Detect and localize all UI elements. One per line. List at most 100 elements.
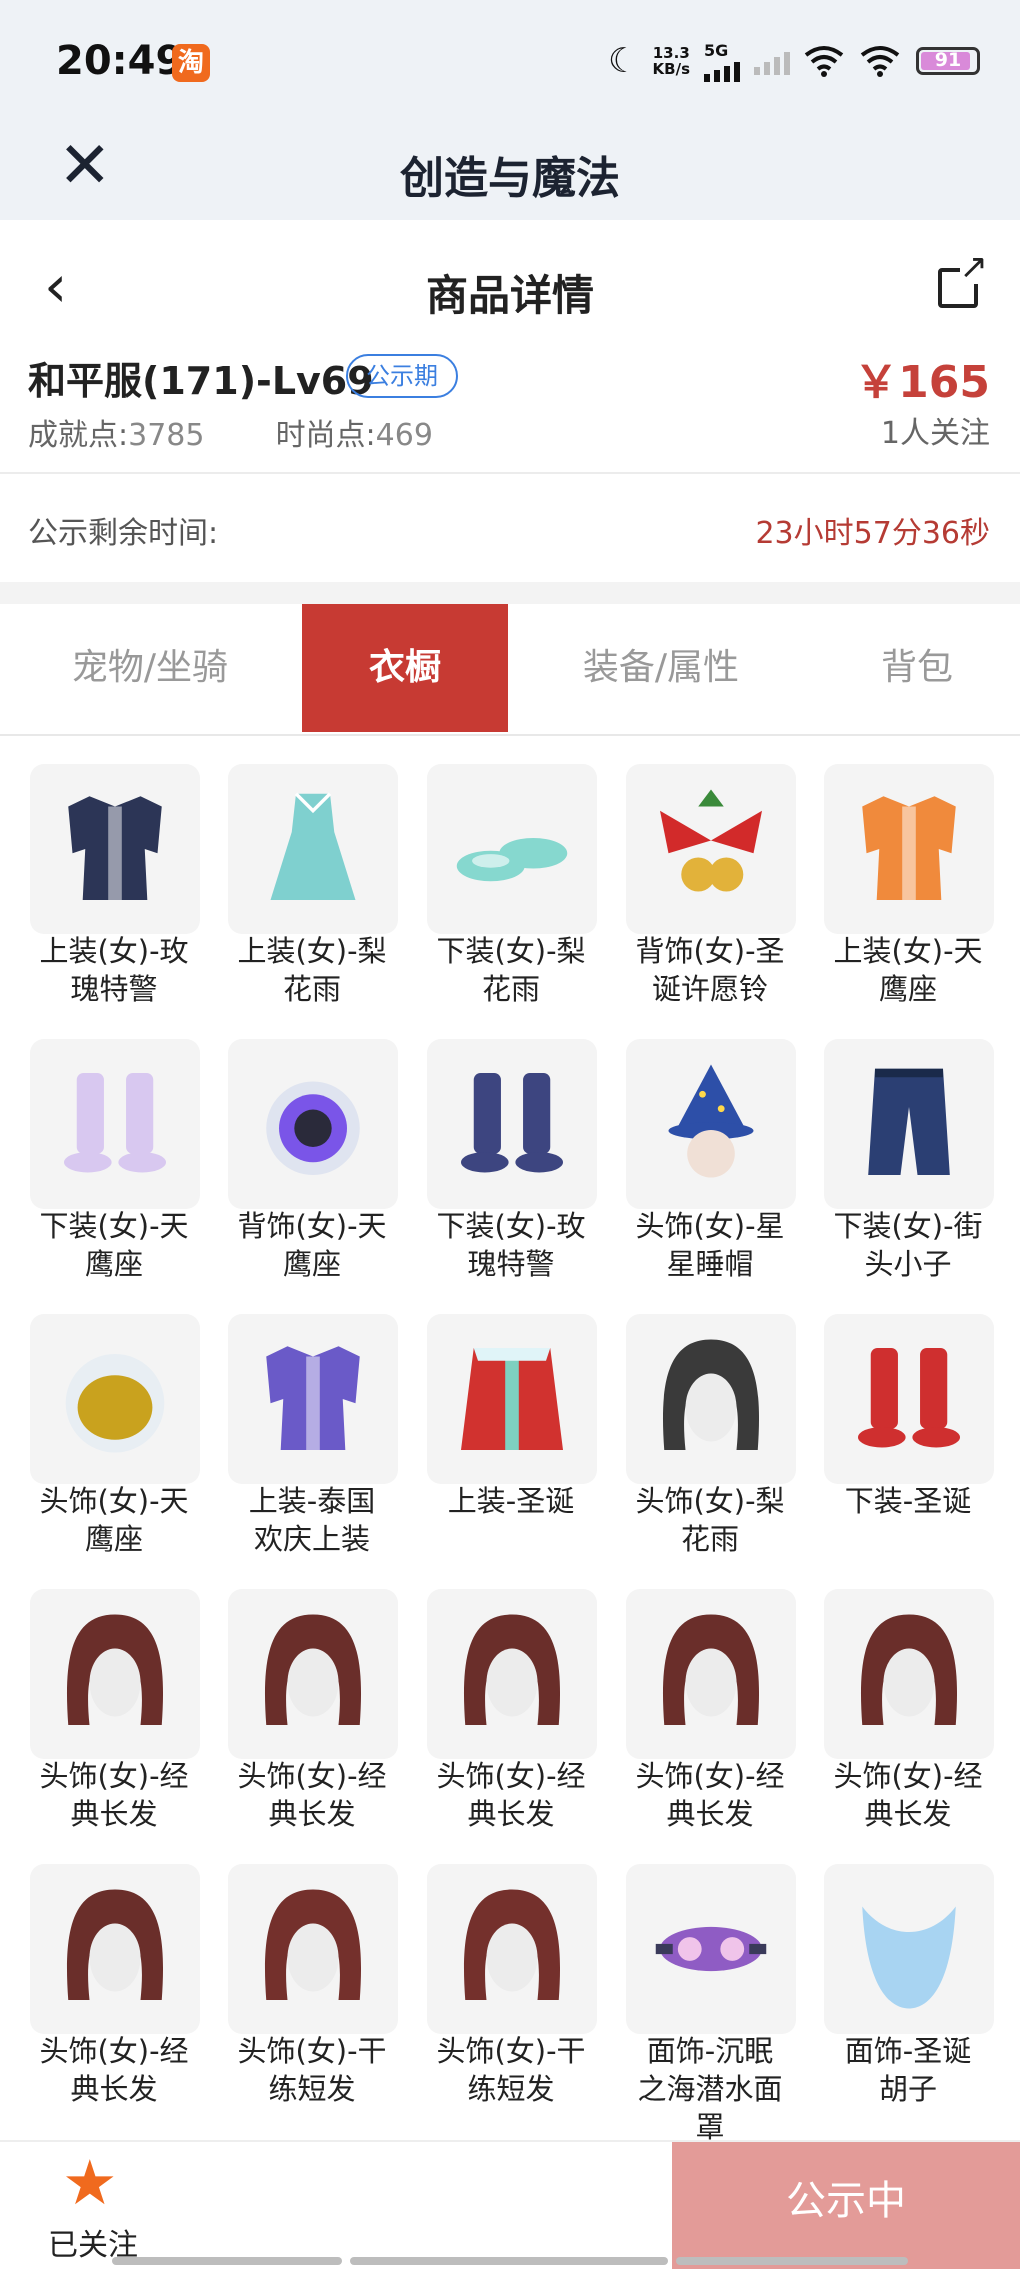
star-icon[interactable]: ★: [62, 2152, 118, 2214]
moon-icon: ☾: [608, 41, 639, 81]
wardrobe-item[interactable]: 面饰-沉眠 之海潜水面罩: [610, 1836, 808, 2140]
item-caption-line: 练短发: [467, 2072, 555, 2106]
item-thumbnail: [824, 1589, 994, 1759]
item-thumbnail: [626, 1314, 796, 1484]
item-caption-line: 背饰(女)-天: [237, 1209, 387, 1243]
wardrobe-item[interactable]: 下装(女)-天 鹰座: [14, 1011, 212, 1285]
item-thumbnail: [427, 1039, 597, 1209]
item-caption-line: 鹰座: [878, 972, 937, 1006]
wardrobe-item[interactable]: 上装-圣诞: [411, 1286, 609, 1560]
item-caption: 头饰(女)-经 典长发: [14, 2032, 214, 2108]
wizard-hat-icon: [668, 1064, 754, 1178]
wardrobe-item[interactable]: 下装(女)-玫 瑰特警: [411, 1011, 609, 1285]
network-speed-unit: KB/s: [652, 60, 690, 78]
wardrobe-item[interactable]: 头饰(女)-经 典长发: [14, 1836, 212, 2110]
hair-icon: [264, 1614, 362, 1725]
outfit-top-icon: [266, 1346, 360, 1450]
wardrobe-item[interactable]: 头饰(女)-梨 花雨: [610, 1286, 808, 1560]
wardrobe-item[interactable]: 上装(女)-玫 瑰特警: [14, 736, 212, 1010]
shoes-icon: [456, 837, 568, 882]
wifi-icon: [804, 46, 844, 77]
wardrobe-item[interactable]: 头饰(女)-经 典长发: [808, 1561, 1006, 1835]
item-thumbnail: [30, 1314, 200, 1484]
item-caption: 头饰(女)-天 鹰座: [14, 1482, 214, 1558]
item-caption-line: 典长发: [864, 1797, 952, 1831]
outfit-top-icon: [68, 796, 162, 900]
wardrobe-item[interactable]: 头饰(女)-经 典长发: [610, 1561, 808, 1835]
item-caption-line: 之海潜水面: [637, 2072, 783, 2106]
item-caption-line: 上装(女)-天: [833, 934, 983, 968]
wardrobe-item[interactable]: 上装(女)-天 鹰座: [808, 736, 1006, 1010]
item-thumbnail: [824, 1864, 994, 2034]
item-thumbnail: [626, 1864, 796, 2034]
product-name: 和平服(171)-Lv69: [28, 359, 374, 403]
home-indicator: [350, 2257, 668, 2265]
item-thumbnail: [626, 764, 796, 934]
tab-equipment-attributes[interactable]: 装备/属性: [508, 604, 814, 732]
item-caption: 下装(女)-玫 瑰特警: [411, 1207, 611, 1283]
tab-pets-mounts[interactable]: 宠物/坐骑: [0, 604, 300, 732]
share-icon[interactable]: [938, 250, 988, 308]
diving-mask-icon: [655, 1926, 767, 1972]
product-header: 和平服(171)-Lv69 公示期 成就点:3785 时尚点:469 ￥165 …: [0, 342, 1020, 474]
tab-backpack[interactable]: 背包: [814, 604, 1020, 732]
helmet-icon: [65, 1353, 165, 1453]
wardrobe-item[interactable]: 头饰(女)-经 典长发: [411, 1561, 609, 1835]
item-caption-line: 上装-泰国: [248, 1484, 376, 1518]
item-caption: 面饰-沉眠 之海潜水面罩: [610, 2032, 810, 2140]
page-title: 商品详情: [425, 271, 594, 320]
hair-icon: [66, 1889, 164, 2000]
wardrobe-item[interactable]: 上装(女)-梨 花雨: [212, 736, 410, 1010]
wardrobe-item[interactable]: 面饰-圣诞 胡子: [808, 1836, 1006, 2110]
item-caption: 上装(女)-梨 花雨: [212, 932, 412, 1008]
item-caption: 上装-圣诞: [411, 1482, 611, 1520]
wardrobe-item[interactable]: 头饰(女)-经 典长发: [14, 1561, 212, 1835]
signal-5g: 5G: [704, 41, 740, 82]
product-stats: 成就点:3785 时尚点:469: [28, 410, 433, 454]
wardrobe-item[interactable]: 头饰(女)-干 练短发: [212, 1836, 410, 2110]
wardrobe-item[interactable]: 下装(女)-梨 花雨: [411, 736, 609, 1010]
item-thumbnail: [228, 764, 398, 934]
item-caption-line: 胡子: [878, 2072, 937, 2106]
category-tabs: 宠物/坐骑 衣橱 装备/属性 背包: [0, 604, 1020, 736]
item-caption-line: 花雨: [680, 1522, 739, 1556]
countdown-row: 公示剩余时间: 23小时57分36秒: [0, 474, 1020, 604]
item-caption-line: 下装(女)-街: [833, 1209, 983, 1243]
wardrobe-item[interactable]: 头饰(女)-干 练短发: [411, 1836, 609, 2110]
item-caption-line: 典长发: [666, 1797, 754, 1831]
wardrobe-item[interactable]: 上装-泰国 欢庆上装: [212, 1286, 410, 1560]
item-caption-line: 瑰特警: [467, 1247, 555, 1281]
item-caption-line: 下装(女)-梨: [436, 934, 586, 968]
network-speed: 13.3 KB/s: [653, 45, 690, 77]
item-caption-line: 瑰特警: [70, 972, 158, 1006]
item-thumbnail: [228, 1039, 398, 1209]
item-thumbnail: [228, 1589, 398, 1759]
item-caption-line: 头饰(女)-梨: [635, 1484, 785, 1518]
wardrobe-item[interactable]: 下装-圣诞: [808, 1286, 1006, 1560]
item-thumbnail: [427, 1864, 597, 2034]
item-caption-line: 头饰(女)-天: [39, 1484, 189, 1518]
tab-wardrobe[interactable]: 衣橱: [302, 604, 508, 732]
wardrobe-item[interactable]: 头饰(女)-天 鹰座: [14, 1286, 212, 1560]
item-caption: 面饰-圣诞 胡子: [808, 2032, 1008, 2108]
item-caption-line: 练短发: [268, 2072, 356, 2106]
item-caption-line: 典长发: [70, 2072, 158, 2106]
wardrobe-item[interactable]: 头饰(女)-星 星睡帽: [610, 1011, 808, 1285]
wardrobe-item[interactable]: 背饰(女)-天 鹰座: [212, 1011, 410, 1285]
item-caption: 背饰(女)-天 鹰座: [212, 1207, 412, 1283]
wardrobe-item[interactable]: 背饰(女)-圣 诞许愿铃: [610, 736, 808, 1010]
status-time: 20:49: [56, 38, 184, 84]
item-caption: 头饰(女)-干 练短发: [212, 2032, 412, 2108]
item-caption: 上装-泰国 欢庆上装: [212, 1482, 412, 1558]
hair-icon: [264, 1889, 362, 2000]
item-caption: 头饰(女)-干 练短发: [411, 2032, 611, 2108]
item-thumbnail: [427, 764, 597, 934]
item-caption-line: 头饰(女)-干: [436, 2034, 586, 2068]
item-caption-line: 典长发: [70, 1797, 158, 1831]
boots-icon: [858, 1348, 960, 1448]
wardrobe-item[interactable]: 下装(女)-街 头小子: [808, 1011, 1006, 1285]
wardrobe-item[interactable]: 头饰(女)-经 典长发: [212, 1561, 410, 1835]
battery-icon: 91: [916, 47, 980, 75]
home-indicator: [112, 2257, 342, 2265]
item-thumbnail: [824, 1314, 994, 1484]
